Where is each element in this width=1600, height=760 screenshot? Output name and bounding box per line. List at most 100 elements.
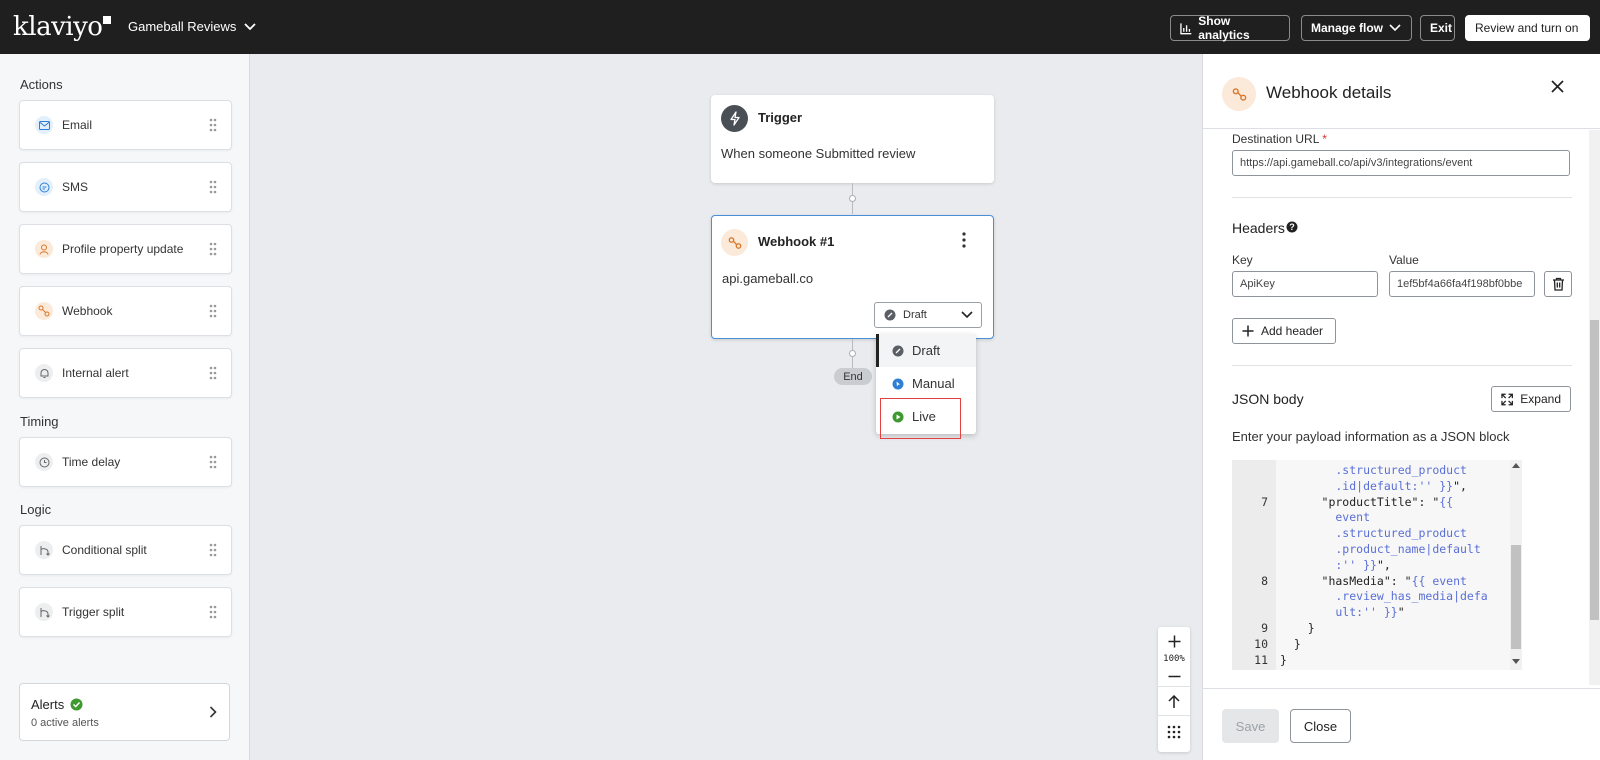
split-icon <box>35 541 53 559</box>
sidebar-item-label: Profile property update <box>62 242 184 256</box>
panel-footer-divider <box>1202 688 1600 689</box>
svg-text:?: ? <box>1289 222 1295 232</box>
save-button[interactable]: Save <box>1222 709 1279 743</box>
flow-name-dropdown[interactable]: Gameball Reviews <box>128 19 257 34</box>
klaviyo-logo[interactable]: klaviyo <box>13 12 112 42</box>
zoom-divider <box>1158 715 1190 716</box>
sidebar-item-label: Conditional split <box>62 543 147 557</box>
show-analytics-label: Show analytics <box>1198 14 1250 42</box>
header-value-label: Value <box>1389 253 1419 267</box>
destination-url-input[interactable]: https://api.gameball.co/api/v3/integrati… <box>1232 150 1570 176</box>
drag-handle-icon[interactable] <box>209 605 217 619</box>
connector-node[interactable] <box>849 195 856 202</box>
sidebar-item-email[interactable]: Email <box>19 100 232 150</box>
connector-node[interactable] <box>849 350 856 357</box>
chevron-down-icon <box>961 311 973 319</box>
add-header-button[interactable]: Add header <box>1232 318 1336 344</box>
code-line: ult:'' }}" <box>1280 605 1404 620</box>
sidebar-item-label: Trigger split <box>62 605 125 619</box>
drag-handle-icon[interactable] <box>209 543 217 557</box>
template-token: .structured_product <box>1280 463 1467 477</box>
close-button[interactable]: Close <box>1290 709 1351 743</box>
template-token: ult:'' }} <box>1280 605 1398 620</box>
check-circle-icon <box>70 698 83 711</box>
header-key-input[interactable]: ApiKey <box>1232 271 1378 297</box>
add-header-label: Add header <box>1261 324 1324 338</box>
sidebar-item-profile-property-update[interactable]: Profile property update <box>19 224 232 274</box>
alerts-title: Alerts <box>31 697 65 712</box>
section-divider <box>1232 365 1572 366</box>
chevron-right-icon <box>209 706 217 718</box>
drag-handle-icon[interactable] <box>209 118 217 132</box>
code-token: "hasMedia": " <box>1280 573 1412 588</box>
status-select[interactable]: Draft <box>874 302 982 328</box>
sidebar-item-time-delay[interactable]: Time delay <box>19 437 232 487</box>
drag-handle-icon[interactable] <box>209 455 217 469</box>
draft-status-icon <box>892 345 904 356</box>
help-icon[interactable]: ? <box>1286 221 1298 233</box>
zoom-in-button[interactable] <box>1158 633 1190 649</box>
code-token: ", <box>1376 557 1391 572</box>
minimap-button[interactable] <box>1158 722 1190 742</box>
json-body-editor[interactable]: .structured_product .id|default:'' }}", 7… <box>1232 460 1522 670</box>
manual-status-icon <box>892 378 904 389</box>
code-line: "hasMedia": "{{ event <box>1280 574 1467 588</box>
status-option-manual[interactable]: Manual <box>876 367 976 400</box>
sidebar-item-label: Email <box>62 118 93 132</box>
expand-button[interactable]: Expand <box>1491 386 1571 412</box>
split-icon <box>35 603 53 621</box>
review-and-turn-on-button[interactable]: Review and turn on <box>1465 15 1590 41</box>
panel-scrollbar-thumb[interactable] <box>1590 320 1599 620</box>
destination-url-label: Destination URL * <box>1232 132 1327 146</box>
alerts-card[interactable]: Alerts 0 active alerts <box>19 683 230 741</box>
code-line: .structured_product <box>1280 526 1467 540</box>
bar-chart-icon <box>1180 22 1192 34</box>
exit-button[interactable]: Exit <box>1420 15 1455 41</box>
header-value-input[interactable]: 1ef5bf4a66fa4f198bf0bbe <box>1389 271 1535 297</box>
template-token: .id|default:'' }} <box>1280 478 1454 493</box>
sidebar-item-sms[interactable]: SMS <box>19 162 232 212</box>
plus-icon <box>1242 325 1254 337</box>
more-options-icon[interactable] <box>962 232 966 248</box>
sidebar-item-internal-alert[interactable]: Internal alert <box>19 348 232 398</box>
scroll-to-top-button[interactable] <box>1158 692 1190 712</box>
zoom-out-button[interactable] <box>1158 668 1190 684</box>
drag-handle-icon[interactable] <box>209 366 217 380</box>
trigger-title: Trigger <box>758 110 803 125</box>
drag-handle-icon[interactable] <box>209 180 217 194</box>
panel-header-divider <box>1203 128 1600 129</box>
editor-scrollbar-thumb[interactable] <box>1511 545 1521 649</box>
sidebar-item-label: Internal alert <box>62 366 129 380</box>
chevron-down-icon <box>244 22 257 30</box>
close-icon[interactable] <box>1551 80 1564 93</box>
live-option-highlight <box>880 398 961 439</box>
sidebar-item-conditional-split[interactable]: Conditional split <box>19 525 232 575</box>
code-line: :'' }}", <box>1280 557 1391 572</box>
delete-header-button[interactable] <box>1544 271 1572 297</box>
sidebar-item-webhook[interactable]: Webhook <box>19 286 232 336</box>
drag-handle-icon[interactable] <box>209 242 217 256</box>
line-number: 11 <box>1254 652 1268 667</box>
scroll-up-arrow-icon[interactable] <box>1512 463 1520 468</box>
logic-section-title: Logic <box>20 502 52 517</box>
line-number: 8 <box>1261 573 1268 588</box>
code-line: .structured_product <box>1280 463 1467 477</box>
code-token: ", <box>1453 478 1467 493</box>
trigger-card[interactable]: Trigger When someone Submitted review <box>711 95 994 183</box>
json-body-hint: Enter your payload information as a JSON… <box>1232 429 1510 444</box>
zoom-divider <box>1158 686 1190 687</box>
drag-handle-icon[interactable] <box>209 304 217 318</box>
zoom-level: 100% <box>1163 654 1185 664</box>
arrow-up-icon <box>1168 695 1180 708</box>
status-option-draft[interactable]: Draft <box>876 334 976 367</box>
lightning-icon <box>721 105 748 132</box>
show-analytics-button[interactable]: Show analytics <box>1170 14 1290 42</box>
profile-icon <box>35 240 53 258</box>
template-token: .review_has_media|defa <box>1280 589 1488 604</box>
status-select-value: Draft <box>903 309 927 321</box>
expand-label: Expand <box>1520 392 1561 406</box>
scroll-down-arrow-icon[interactable] <box>1512 659 1520 664</box>
code-line: } <box>1280 621 1315 635</box>
manage-flow-button[interactable]: Manage flow <box>1301 15 1412 41</box>
sidebar-item-trigger-split[interactable]: Trigger split <box>19 587 232 637</box>
